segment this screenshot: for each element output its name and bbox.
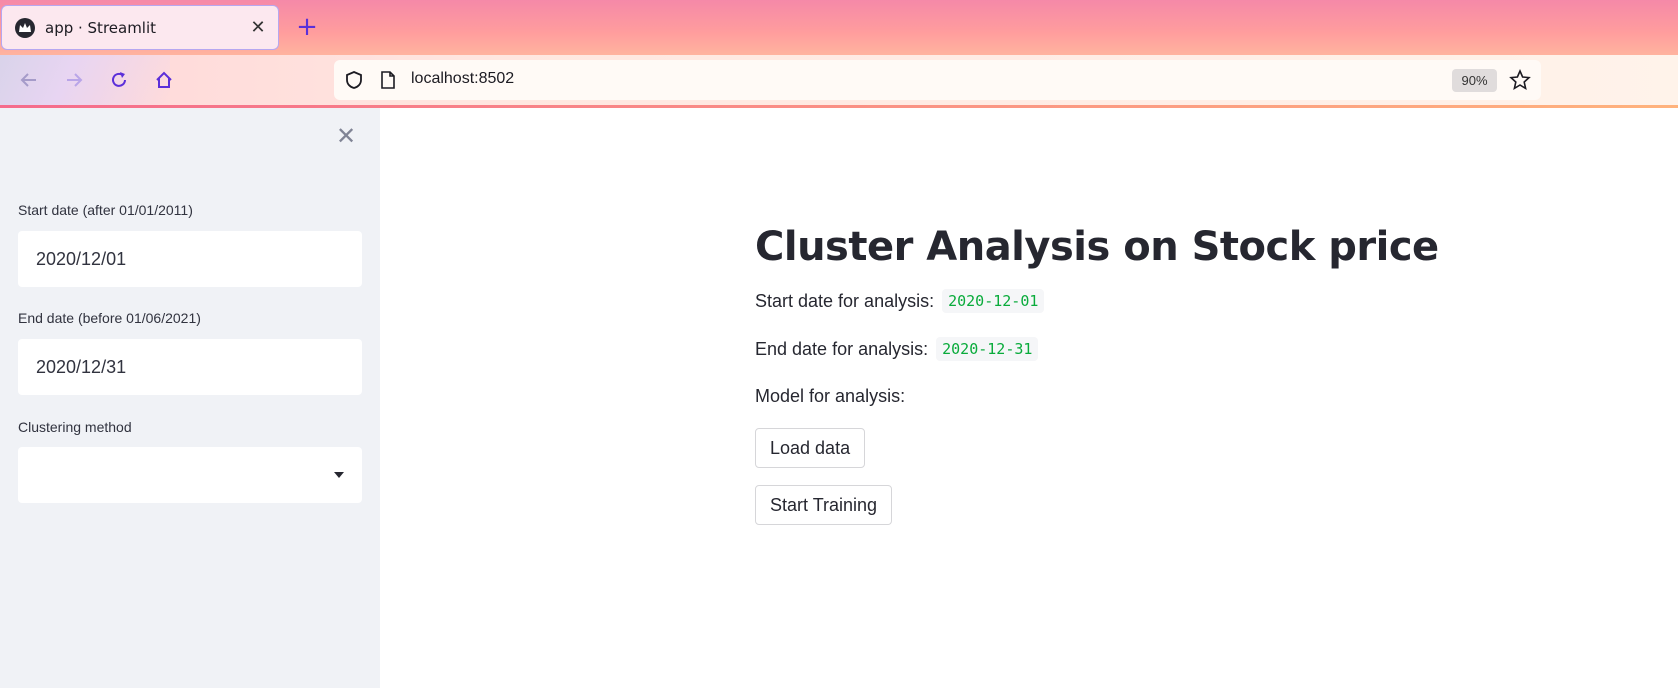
star-icon[interactable] bbox=[1509, 68, 1531, 95]
clustering-method-select[interactable] bbox=[18, 447, 362, 503]
start-date-text: Start date for analysis: bbox=[755, 290, 935, 311]
end-date-label: End date (before 01/06/2021) bbox=[18, 310, 201, 326]
start-date-input[interactable]: 2020/12/01 bbox=[18, 231, 362, 287]
home-icon[interactable] bbox=[147, 63, 181, 97]
page-icon bbox=[379, 70, 397, 94]
chevron-down-icon bbox=[334, 472, 344, 478]
tab-title: app · Streamlit bbox=[45, 18, 157, 37]
end-date-line: End date for analysis: 2020-12-31 bbox=[755, 337, 1039, 361]
close-icon[interactable]: ✕ bbox=[336, 122, 356, 150]
model-text: Model for analysis: bbox=[755, 386, 906, 406]
shield-icon[interactable] bbox=[344, 70, 364, 94]
browser-nav-bar: localhost:8502 90% bbox=[0, 55, 1678, 106]
clustering-method-label: Clustering method bbox=[18, 419, 132, 435]
load-data-button[interactable]: Load data bbox=[755, 428, 866, 468]
start-date-line: Start date for analysis: 2020-12-01 bbox=[755, 289, 1045, 313]
start-date-code: 2020-12-01 bbox=[942, 289, 1045, 313]
model-line: Model for analysis: bbox=[755, 386, 905, 407]
url-text[interactable]: localhost:8502 bbox=[411, 70, 514, 88]
main-content: Cluster Analysis on Stock price Start da… bbox=[380, 108, 1678, 688]
start-training-button[interactable]: Start Training bbox=[755, 485, 893, 525]
end-date-code: 2020-12-31 bbox=[936, 337, 1039, 361]
page-title: Cluster Analysis on Stock price bbox=[755, 224, 1439, 270]
new-tab-icon[interactable]: + bbox=[292, 12, 322, 42]
browser-tab-bar: app · Streamlit ✕ + bbox=[0, 0, 1678, 55]
start-date-label: Start date (after 01/01/2011) bbox=[18, 202, 193, 218]
streamlit-favicon-icon bbox=[15, 17, 35, 38]
zoom-badge[interactable]: 90% bbox=[1452, 69, 1497, 92]
back-icon[interactable] bbox=[12, 63, 46, 97]
browser-tab[interactable]: app · Streamlit ✕ bbox=[1, 5, 279, 50]
reload-icon[interactable] bbox=[102, 63, 136, 97]
end-date-text: End date for analysis: bbox=[755, 338, 929, 359]
sidebar: ✕ Start date (after 01/01/2011) 2020/12/… bbox=[0, 108, 380, 688]
forward-icon[interactable] bbox=[57, 63, 91, 97]
tab-close-icon[interactable]: ✕ bbox=[244, 17, 272, 38]
end-date-input[interactable]: 2020/12/31 bbox=[18, 339, 362, 395]
address-bar[interactable]: localhost:8502 90% bbox=[334, 60, 1541, 100]
